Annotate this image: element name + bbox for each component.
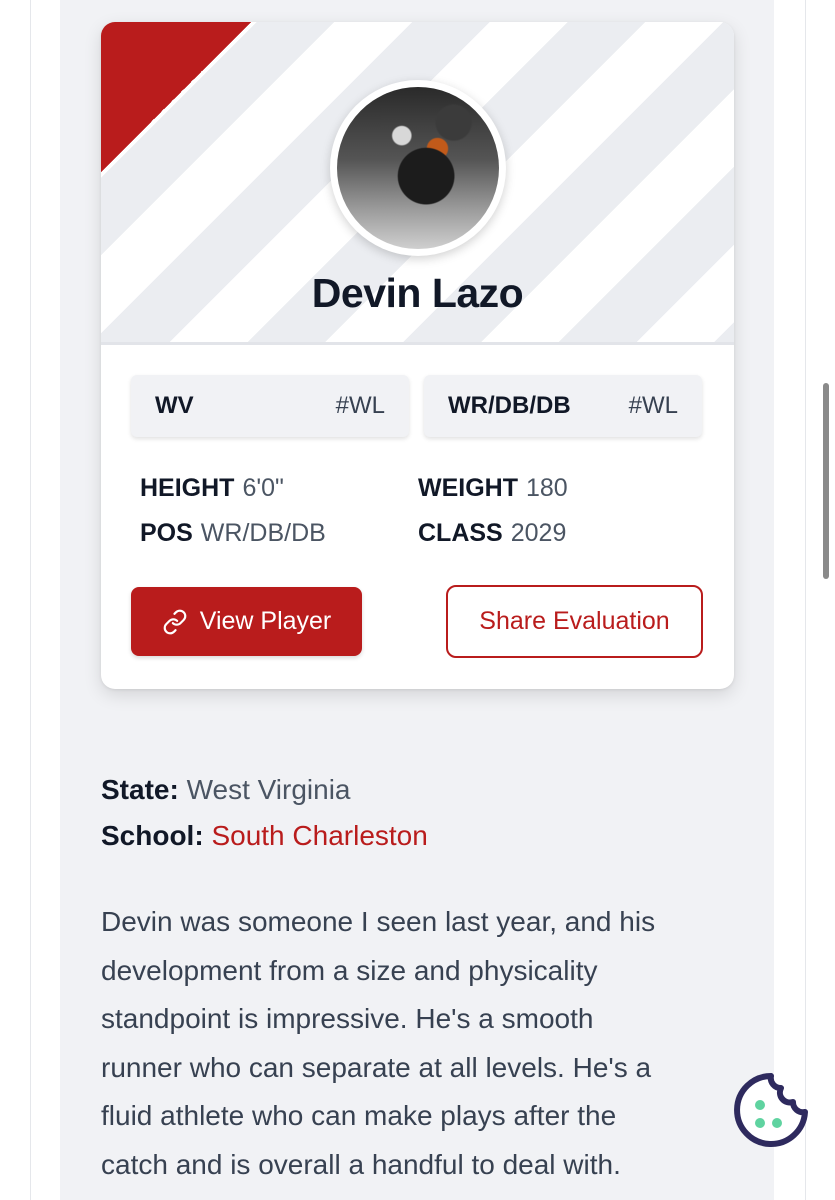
weight-stat: WEIGHT 180 (418, 474, 568, 503)
state-chip: WV #WL (131, 375, 409, 437)
evaluation-line: development from a size and physicality (101, 954, 598, 986)
weight-label: WEIGHT (418, 474, 518, 502)
cookie-settings-button[interactable] (733, 1072, 809, 1148)
share-evaluation-label: Share Evaluation (479, 607, 670, 635)
position-chip-value: WR/DB/DB (448, 392, 571, 419)
weight-value: 180 (526, 474, 568, 502)
share-evaluation-button[interactable]: Share Evaluation (446, 585, 703, 658)
evaluation-line: runner who can separate at all levels. H… (101, 1051, 652, 1083)
pos-value: WR/DB/DB (200, 519, 326, 547)
class-label: CLASS (418, 519, 503, 547)
view-player-button[interactable]: View Player (131, 587, 362, 656)
right-divider (805, 0, 806, 1200)
player-card-header: Devin Lazo (101, 22, 734, 345)
class-value: 2029 (510, 519, 567, 547)
position-chip-tag: #WL (628, 392, 678, 419)
evaluation-text: Devin was someone I seen last year, and … (101, 898, 741, 1190)
player-photo (337, 87, 499, 249)
evaluation-line: standpoint is impressive. He's a smooth (101, 1003, 594, 1035)
state-row: State: West Virginia (101, 774, 351, 806)
position-chip: WR/DB/DB #WL (424, 375, 702, 437)
player-avatar (330, 80, 506, 256)
player-card: Devin Lazo WV #WL WR/DB/DB #WL HEIGHT 6'0… (101, 22, 734, 689)
height-value: 6'0" (242, 474, 284, 502)
state-chip-value: WV (155, 392, 194, 419)
state-value: West Virginia (186, 774, 351, 805)
evaluation-line: catch and is overall a handful to deal w… (101, 1148, 621, 1180)
state-label: State: (101, 774, 179, 805)
link-icon (162, 609, 188, 635)
evaluation-line: fluid athlete who can make plays after t… (101, 1100, 617, 1132)
height-label: HEIGHT (140, 474, 235, 502)
pos-label: POS (140, 519, 193, 547)
scrollbar[interactable] (823, 383, 829, 579)
cookie-icon (734, 1073, 808, 1147)
school-link[interactable]: South Charleston (211, 820, 427, 851)
school-label: School: (101, 820, 204, 851)
view-player-label: View Player (199, 607, 332, 635)
corner-accent (101, 22, 251, 172)
school-row: School: South Charleston (101, 820, 428, 852)
evaluation-line: Devin was someone I seen last year, and … (101, 906, 656, 937)
left-divider (30, 0, 31, 1200)
class-stat: CLASS 2029 (418, 519, 566, 548)
pos-stat: POS WR/DB/DB (140, 519, 326, 548)
player-name: Devin Lazo (311, 270, 524, 316)
height-stat: HEIGHT 6'0" (140, 474, 284, 503)
state-chip-tag: #WL (335, 392, 385, 419)
